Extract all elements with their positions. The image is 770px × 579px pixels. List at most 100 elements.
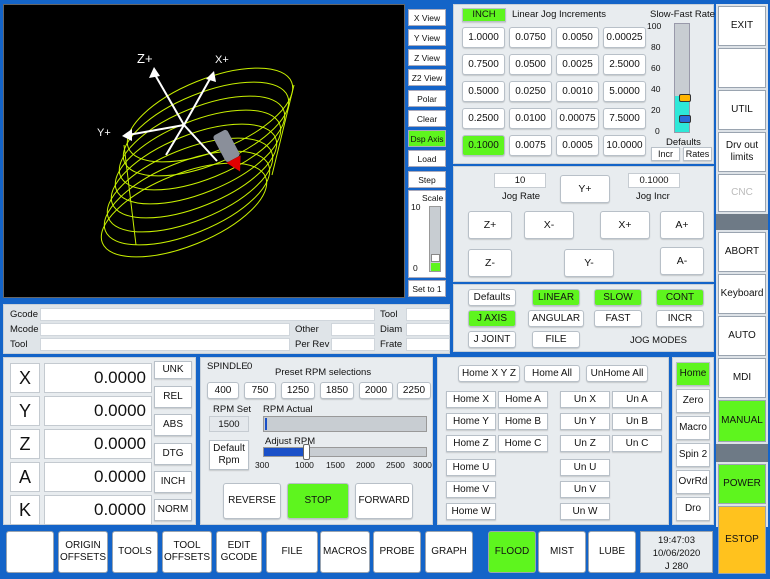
jog-a-minus-button[interactable]: A- — [660, 247, 704, 275]
reverse-button[interactable]: REVERSE — [223, 483, 281, 519]
unhome-v-button[interactable]: Un V — [560, 481, 610, 498]
mist-button[interactable]: MIST — [538, 531, 586, 573]
increment-3-2-button[interactable]: 0.00075 — [556, 108, 599, 129]
jog-y-minus-button[interactable]: Y- — [564, 249, 614, 277]
z2-view-button[interactable]: Z2 View — [408, 69, 446, 86]
tab-home[interactable]: Home — [676, 362, 710, 386]
adjust-rpm-slider[interactable] — [263, 444, 427, 460]
jog-z-minus-button[interactable]: Z- — [468, 249, 512, 277]
scale-slider-handle[interactable] — [431, 254, 440, 262]
tool-offsets-button[interactable]: TOOL OFFSETS — [162, 531, 212, 573]
j-joint-button[interactable]: J JOINT — [468, 331, 516, 348]
dro-value-k[interactable]: 0.0000 — [44, 495, 152, 525]
dro-value-x[interactable]: 0.0000 — [44, 363, 152, 393]
x-view-button[interactable]: X View — [408, 9, 446, 26]
home-z-button[interactable]: Home Z — [446, 435, 496, 452]
increment-0-2-button[interactable]: 0.0050 — [556, 27, 599, 48]
power-button[interactable]: POWER — [718, 464, 766, 504]
preset-1850-button[interactable]: 1850 — [320, 382, 354, 399]
jog-incr-field[interactable]: 0.1000 — [628, 173, 680, 188]
increment-4-3-button[interactable]: 10.0000 — [603, 135, 646, 156]
incr-button[interactable]: INCR — [656, 310, 704, 327]
stop-button[interactable]: STOP — [287, 483, 349, 519]
dro-value-a[interactable]: 0.0000 — [44, 462, 152, 492]
forward-button[interactable]: FORWARD — [355, 483, 413, 519]
unhome-c-button[interactable]: Un C — [612, 435, 662, 452]
scale-slider[interactable] — [429, 206, 441, 272]
preset-750-button[interactable]: 750 — [244, 382, 276, 399]
probe-button[interactable]: PROBE — [373, 531, 421, 573]
jog-a-plus-button[interactable]: A+ — [660, 211, 704, 239]
unhome-b-button[interactable]: Un B — [612, 413, 662, 430]
increment-2-2-button[interactable]: 0.0010 — [556, 81, 599, 102]
jog-z-plus-button[interactable]: Z+ — [468, 211, 512, 239]
jog-rate-field[interactable]: 10 — [494, 173, 546, 188]
auto-button[interactable]: AUTO — [718, 316, 766, 356]
blank-toolbar-button[interactable] — [6, 531, 54, 573]
mdi-button[interactable]: MDI — [718, 358, 766, 398]
load-button[interactable]: Load — [408, 150, 446, 167]
increment-3-3-button[interactable]: 7.5000 — [603, 108, 646, 129]
manual-button[interactable]: MANUAL — [718, 400, 766, 442]
z-view-button[interactable]: Z View — [408, 49, 446, 66]
flood-button[interactable]: FLOOD — [488, 531, 536, 573]
estop-button[interactable]: ESTOP — [718, 506, 766, 574]
rate-slider-fast-handle[interactable] — [679, 94, 691, 102]
unhome-z-button[interactable]: Un Z — [560, 435, 610, 452]
cnc-button[interactable]: CNC — [718, 174, 766, 212]
linear-button[interactable]: LINEAR — [532, 289, 580, 306]
dro-mode-rel[interactable]: REL — [154, 386, 192, 408]
unhome-u-button[interactable]: Un U — [560, 459, 610, 476]
increment-4-0-button[interactable]: 0.1000 — [462, 135, 505, 156]
increment-0-3-button[interactable]: 0.00025 — [603, 27, 646, 48]
home-all-button[interactable]: Home All — [524, 365, 580, 382]
slow-button[interactable]: SLOW — [594, 289, 642, 306]
dro-mode-abs[interactable]: ABS — [154, 414, 192, 436]
j-axis-button[interactable]: J AXIS — [468, 310, 516, 327]
lube-button[interactable]: LUBE — [588, 531, 636, 573]
increment-1-3-button[interactable]: 2.5000 — [603, 54, 646, 75]
increment-1-0-button[interactable]: 0.7500 — [462, 54, 505, 75]
exit-button[interactable]: EXIT — [718, 6, 766, 46]
preset-400-button[interactable]: 400 — [207, 382, 239, 399]
unhome-x-button[interactable]: Un X — [560, 391, 610, 408]
home-c-button[interactable]: Home C — [498, 435, 548, 452]
step-button[interactable]: Step — [408, 171, 446, 188]
home-u-button[interactable]: Home U — [446, 459, 496, 476]
increment-0-0-button[interactable]: 1.0000 — [462, 27, 505, 48]
dro-mode-inch[interactable]: INCH — [154, 471, 192, 493]
home-b-button[interactable]: Home B — [498, 413, 548, 430]
blank-menu-button[interactable] — [718, 48, 766, 88]
fast-button[interactable]: FAST — [594, 310, 642, 327]
unhome-y-button[interactable]: Un Y — [560, 413, 610, 430]
dro-value-y[interactable]: 0.0000 — [44, 396, 152, 426]
units-button[interactable]: INCH — [462, 8, 506, 22]
file-button[interactable]: FILE — [266, 531, 318, 573]
dro-mode-unk[interactable]: UNK — [154, 361, 192, 379]
dsp-axis-button[interactable]: Dsp Axis — [408, 130, 446, 147]
tab-dro[interactable]: Dro — [676, 497, 710, 521]
toolpath-viewport[interactable]: Z+ X+ Y+ — [3, 4, 405, 298]
macros-button[interactable]: MACROS — [320, 531, 370, 573]
unhome-a-button[interactable]: Un A — [612, 391, 662, 408]
preset-1250-button[interactable]: 1250 — [281, 382, 315, 399]
increment-1-2-button[interactable]: 0.0025 — [556, 54, 599, 75]
util-button[interactable]: UTIL — [718, 90, 766, 130]
rpm-set-field[interactable]: 1500 — [209, 416, 249, 432]
unhome-w-button[interactable]: Un W — [560, 503, 610, 520]
keyboard-button[interactable]: Keyboard — [718, 274, 766, 314]
tab-zero[interactable]: Zero — [676, 389, 710, 413]
origin-offsets-button[interactable]: ORIGIN OFFSETS — [58, 531, 108, 573]
jog-defaults-button[interactable]: Defaults — [468, 289, 516, 306]
dro-mode-norm[interactable]: NORM — [154, 499, 192, 521]
adjust-rpm-handle[interactable] — [303, 444, 311, 460]
increment-3-1-button[interactable]: 0.0100 — [509, 108, 552, 129]
set-to-1-button[interactable]: Set to 1 — [408, 280, 446, 297]
rates-defaults-button[interactable]: Rates — [683, 147, 712, 161]
preset-2000-button[interactable]: 2000 — [359, 382, 393, 399]
y-view-button[interactable]: Y View — [408, 29, 446, 46]
default-rpm-button[interactable]: Default Rpm — [209, 440, 249, 470]
increment-3-0-button[interactable]: 0.2500 — [462, 108, 505, 129]
incr-defaults-button[interactable]: Incr — [651, 147, 680, 161]
abort-button[interactable]: ABORT — [718, 232, 766, 272]
